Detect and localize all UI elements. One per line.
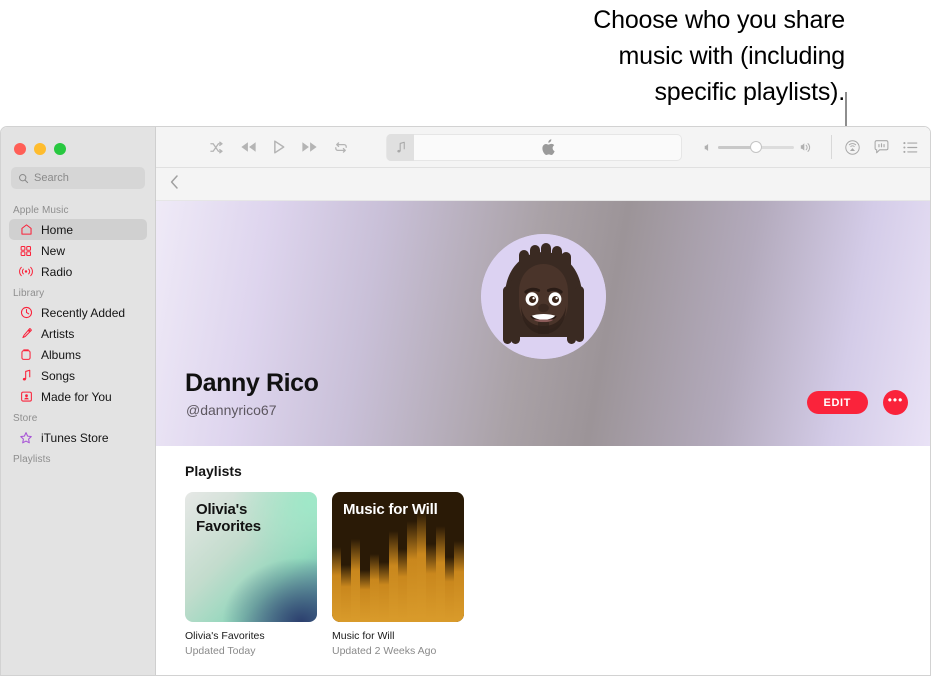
playlists-heading: Playlists <box>185 463 242 479</box>
volume-low-icon <box>704 143 712 152</box>
sidebar-item-artists-label: Artists <box>41 326 75 341</box>
sidebar-item-made-for-you-label: Made for You <box>41 389 112 404</box>
profile-name: Danny Rico <box>185 369 319 397</box>
callout-line-2: music with (including <box>618 42 846 70</box>
airplay-icon[interactable] <box>845 139 860 155</box>
avatar[interactable] <box>481 234 606 359</box>
chevron-left-icon <box>170 174 178 189</box>
sidebar-item-itunes-store-label: iTunes Store <box>41 430 109 445</box>
playlist-title: Music for Will <box>332 630 395 642</box>
minimize-button[interactable] <box>34 143 46 155</box>
music-note-icon <box>396 141 405 152</box>
radio-icon <box>19 265 33 279</box>
profile-handle: @dannyrico67 <box>186 402 277 418</box>
navigation-bar <box>156 168 930 201</box>
shuffle-icon[interactable] <box>210 141 224 154</box>
sidebar-section-apple-music-title: Apple Music <box>13 205 69 216</box>
playlist-card-olivias-favorites[interactable]: Olivia's Favorites Olivia's Favorites Up… <box>185 492 317 657</box>
sidebar-item-itunes-store[interactable]: iTunes Store <box>9 427 147 448</box>
sidebar: Search Apple Music Home New Radio Librar… <box>1 127 156 675</box>
microphone-icon <box>19 327 33 341</box>
sidebar-item-home[interactable]: Home <box>9 219 147 240</box>
queue-list-icon[interactable] <box>903 141 918 154</box>
profile-header: Danny Rico @dannyrico67 EDIT ••• <box>156 201 930 446</box>
volume-control[interactable] <box>704 141 813 153</box>
playlist-card-music-for-will[interactable]: Music for Will Music for Will Updated 2 … <box>332 492 464 657</box>
playlists-grid: Olivia's Favorites Olivia's Favorites Up… <box>185 492 930 657</box>
star-icon <box>19 431 33 445</box>
music-app-window: Search Apple Music Home New Radio Librar… <box>0 126 931 676</box>
memoji-avatar-image <box>481 234 606 359</box>
sidebar-item-radio-label: Radio <box>41 264 73 279</box>
sidebar-item-songs-label: Songs <box>41 368 76 383</box>
zoom-button[interactable] <box>54 143 66 155</box>
album-icon <box>19 348 33 362</box>
sidebar-item-radio[interactable]: Radio <box>9 261 147 282</box>
sidebar-item-new[interactable]: New <box>9 240 147 261</box>
sidebar-section-store-title: Store <box>13 413 38 424</box>
sidebar-item-made-for-you[interactable]: Made for You <box>9 386 147 407</box>
lyrics-icon[interactable] <box>874 140 889 154</box>
playlist-subtitle: Updated Today <box>185 645 256 657</box>
playlist-artwork-title: Music for Will <box>343 501 438 518</box>
playlist-artwork-title: Olivia's Favorites <box>196 501 261 535</box>
sidebar-item-recently-added-label: Recently Added <box>41 305 126 320</box>
playlist-artwork[interactable]: Olivia's Favorites <box>185 492 317 622</box>
sidebar-item-songs[interactable]: Songs <box>9 365 147 386</box>
sidebar-item-recently-added[interactable]: Recently Added <box>9 302 147 323</box>
clock-icon <box>19 306 33 320</box>
sidebar-section-library-title: Library <box>13 288 45 299</box>
volume-high-icon <box>800 142 813 153</box>
search-input[interactable]: Search <box>11 167 145 189</box>
playlist-artwork[interactable]: Music for Will <box>332 492 464 622</box>
main-content: Danny Rico @dannyrico67 EDIT ••• Playlis… <box>156 127 930 675</box>
callout-text: Choose who you share music with (includi… <box>470 2 845 110</box>
playlist-subtitle: Updated 2 Weeks Ago <box>332 645 437 657</box>
repeat-icon[interactable] <box>334 141 348 154</box>
search-icon <box>18 173 29 183</box>
new-icon <box>19 244 33 258</box>
sidebar-section-playlists-title: Playlists <box>13 454 51 465</box>
music-note-icon <box>19 369 33 383</box>
transport-controls <box>168 140 348 154</box>
more-options-button[interactable]: ••• <box>883 390 908 415</box>
sidebar-item-albums-label: Albums <box>41 347 82 362</box>
rewind-icon[interactable] <box>240 141 257 153</box>
player-toolbar <box>156 127 930 168</box>
playlist-title: Olivia's Favorites <box>185 630 265 642</box>
close-button[interactable] <box>14 143 26 155</box>
search-placeholder: Search <box>34 172 69 184</box>
volume-slider-track[interactable] <box>718 141 794 153</box>
made-for-you-icon <box>19 390 33 404</box>
sidebar-item-new-label: New <box>41 243 66 258</box>
sidebar-item-home-label: Home <box>41 222 74 237</box>
now-playing-artwork-thumbnail <box>387 133 414 161</box>
back-button[interactable] <box>170 174 179 194</box>
window-traffic-lights <box>1 133 155 167</box>
now-playing-display[interactable] <box>386 133 682 161</box>
fast-forward-icon[interactable] <box>301 141 318 153</box>
callout-line-1: Choose who you share <box>593 6 845 34</box>
sidebar-item-albums[interactable]: Albums <box>9 344 147 365</box>
sidebar-item-artists[interactable]: Artists <box>9 323 147 344</box>
edit-button[interactable]: EDIT <box>806 391 868 414</box>
now-playing-center <box>414 138 681 156</box>
home-icon <box>19 223 33 237</box>
callout-line-3: specific playlists). <box>654 78 846 106</box>
page-root: Choose who you share music with (includi… <box>0 0 931 676</box>
toolbar-divider <box>831 135 832 159</box>
toolbar-right-actions <box>845 139 918 155</box>
apple-logo-icon <box>541 138 555 155</box>
playlists-section: Playlists Olivia's Favorites Olivia's Fa… <box>156 446 930 675</box>
volume-slider-knob[interactable] <box>750 141 762 153</box>
play-icon[interactable] <box>273 140 285 154</box>
